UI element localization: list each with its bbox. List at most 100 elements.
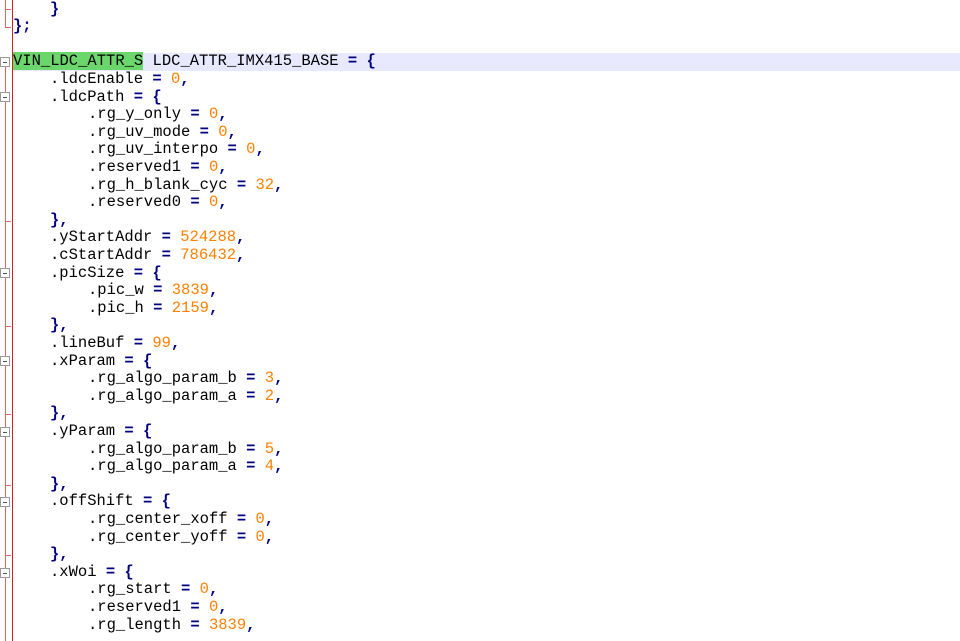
number-literal: 0 (199, 580, 209, 599)
code-line[interactable]: }, (13, 211, 960, 230)
operator-token: , (208, 298, 219, 317)
code-line[interactable]: .rg_uv_mode = 0, (13, 122, 960, 142)
code-token: .yParam (50, 421, 125, 440)
fold-toggle-icon[interactable] (0, 356, 10, 367)
code-line[interactable] (13, 36, 960, 54)
fold-toggle-icon[interactable] (0, 497, 10, 508)
code-token: .rg_uv_mode (88, 122, 200, 141)
code-token: .pic_w (88, 281, 154, 300)
fold-margin[interactable] (0, 0, 12, 641)
code-line[interactable]: } (13, 0, 960, 19)
code-token: .rg_algo_param_a (88, 457, 247, 476)
operator-token: = { (133, 87, 162, 106)
code-line[interactable]: .ldcPath = { (13, 87, 960, 107)
operator-token: , (236, 245, 246, 264)
operator-token: = { (143, 492, 171, 511)
number-literal: 4 (264, 457, 275, 476)
fold-end-tick (5, 484, 11, 486)
fold-toggle-icon[interactable] (0, 268, 10, 279)
code-line[interactable]: .rg_center_yoff = 0, (13, 527, 960, 547)
operator-token: = (236, 175, 256, 194)
operator-token: , (274, 175, 284, 194)
operator-token: = (236, 509, 256, 528)
fold-end-tick (5, 326, 11, 328)
code-token: .xParam (50, 351, 125, 370)
code-line[interactable]: .cStartAddr = 786432, (13, 245, 960, 265)
operator-token: , (246, 615, 256, 634)
code-line[interactable]: .rg_algo_param_b = 3, (13, 369, 960, 388)
code-line[interactable]: .rg_algo_param_a = 4, (13, 457, 960, 476)
code-token: .xWoi (50, 562, 106, 581)
operator-token: = { (124, 421, 153, 440)
highlighted-type: VIN_LDC_ATTR_S (13, 52, 144, 71)
operator-token: = (236, 527, 256, 546)
code-line[interactable]: .rg_uv_interpo = 0, (13, 140, 960, 159)
operator-token: , (274, 386, 284, 405)
fold-end-tick (5, 26, 11, 28)
code-editor[interactable]: }}; VIN_LDC_ATTR_S LDC_ATTR_IMX415_BASE =… (0, 0, 960, 641)
operator-token: , (274, 369, 284, 388)
operator-token: , (227, 122, 237, 141)
code-line[interactable]: .pic_h = 2159, (13, 298, 960, 318)
code-token: .rg_center_xoff (88, 509, 237, 528)
operator-token: = (246, 369, 265, 388)
code-token: .rg_algo_param_b (88, 439, 247, 458)
operator-token: , (218, 105, 228, 124)
fold-toggle-icon[interactable] (0, 92, 10, 103)
code-token: .cStartAddr (50, 245, 162, 264)
code-line[interactable]: .yParam = { (13, 421, 960, 441)
code-line[interactable]: .rg_length = 3839, (13, 615, 960, 635)
code-line[interactable]: }, (13, 404, 960, 423)
code-token: .reserved1 (88, 597, 191, 616)
code-token: .rg_start (88, 580, 182, 599)
number-literal: 524288 (180, 228, 237, 247)
code-line[interactable]: .xWoi = { (13, 562, 960, 582)
number-literal: 0 (218, 122, 228, 141)
code-line[interactable]: }, (13, 475, 960, 494)
code-line[interactable]: .rg_algo_param_a = 2, (13, 386, 960, 406)
number-literal: 0 (255, 527, 265, 546)
code-line[interactable]: }; (13, 17, 960, 36)
code-token: .ldcEnable (50, 69, 153, 88)
number-literal: 32 (255, 175, 275, 194)
code-line[interactable]: .rg_algo_param_b = 5, (13, 439, 960, 459)
code-line[interactable]: }, (13, 316, 960, 335)
number-literal: 0 (208, 193, 219, 212)
fold-toggle-icon[interactable] (0, 567, 10, 578)
code-line[interactable]: .rg_h_blank_cyc = 32, (13, 175, 960, 195)
code-line[interactable]: .ldcEnable = 0, (13, 69, 960, 89)
operator-token: } (50, 0, 60, 18)
fold-toggle-icon[interactable] (0, 426, 10, 437)
operator-token: , (180, 69, 190, 88)
number-literal: 99 (152, 333, 171, 352)
code-line[interactable]: .pic_w = 3839, (13, 281, 960, 300)
code-token: .rg_h_blank_cyc (88, 175, 237, 194)
number-literal: 2 (264, 386, 275, 405)
operator-token: = (190, 193, 209, 212)
code-token: LDC_ATTR_IMX415_BASE (143, 52, 348, 71)
operator-token: = (227, 140, 247, 159)
code-token: .picSize (50, 263, 134, 282)
number-literal: 0 (208, 597, 219, 616)
code-line[interactable]: .yStartAddr = 524288, (13, 228, 960, 247)
code-line[interactable]: .rg_start = 0, (13, 580, 960, 599)
number-literal: 786432 (180, 245, 237, 264)
code-token: .rg_y_only (88, 105, 191, 124)
code-token: .yStartAddr (50, 228, 162, 247)
code-line[interactable]: .lineBuf = 99, (13, 333, 960, 353)
code-token: .pic_h (88, 298, 154, 317)
code-line[interactable]: .xParam = { (13, 351, 960, 371)
fold-toggle-icon[interactable] (0, 57, 10, 68)
code-line[interactable]: .rg_center_xoff = 0, (13, 509, 960, 529)
code-line[interactable]: .rg_y_only = 0, (13, 105, 960, 124)
code-line[interactable]: .reserved1 = 0, (13, 597, 960, 617)
code-token: .ldcPath (50, 87, 134, 106)
code-line[interactable]: .reserved0 = 0, (13, 193, 960, 212)
number-literal: 2159 (171, 298, 209, 317)
number-literal: 0 (208, 105, 219, 124)
code-line[interactable]: .reserved1 = 0, (13, 158, 960, 177)
code-line[interactable]: VIN_LDC_ATTR_S LDC_ATTR_IMX415_BASE = { (13, 52, 960, 71)
code-line[interactable]: .offShift = { (13, 492, 960, 511)
code-line[interactable]: .picSize = { (13, 263, 960, 283)
code-line[interactable]: }, (13, 545, 960, 564)
